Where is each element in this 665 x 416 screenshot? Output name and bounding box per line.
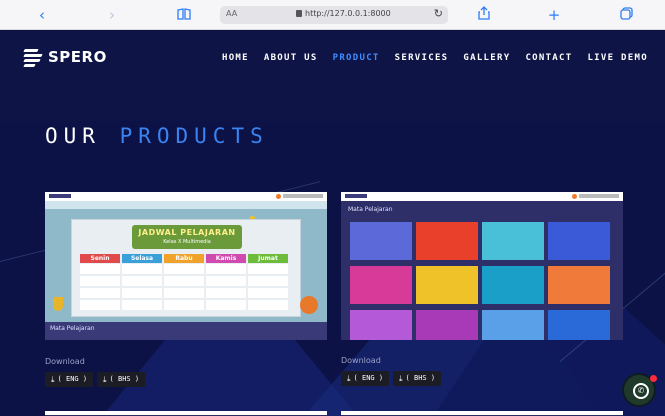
subjects-preview: Mata Pelajaran: [341, 201, 623, 340]
button-label: ( BHS ): [109, 375, 140, 383]
ball-icon: [300, 296, 318, 314]
button-label: ( BHS ): [405, 374, 436, 382]
nav-services[interactable]: SERVICES: [395, 53, 449, 63]
card-header-bar: [45, 192, 327, 201]
web-page: SPERO HOME ABOUT US PRODUCT SERVICES GAL…: [0, 31, 665, 416]
banner-subtitle: Kelas X Multimedia: [163, 239, 211, 245]
nav-live-demo[interactable]: LIVE DEMO: [587, 53, 647, 63]
subjects-label: Mata Pelajaran: [348, 206, 393, 213]
address-bar[interactable]: AA http://127.0.0.1:8000 ↻: [220, 6, 448, 24]
reload-icon[interactable]: ↻: [434, 7, 443, 20]
day-label: Senin: [80, 254, 120, 263]
chevron-left-icon[interactable]: ‹: [32, 5, 52, 25]
browser-toolbar: ‹ › AA http://127.0.0.1:8000 ↻ +: [0, 0, 665, 30]
day-label: Jumat: [248, 254, 288, 263]
section-title: OUR PRODUCTS: [45, 124, 269, 148]
download-eng-button[interactable]: ⤓( ENG ): [45, 372, 94, 387]
subject-thumbnail: [482, 266, 544, 304]
download-icon: ⤓: [399, 374, 403, 383]
subject-thumbnail: [482, 222, 544, 260]
nav-home[interactable]: HOME: [222, 53, 249, 63]
schedule-banner: JADWAL PELAJARAN Kelas X Multimedia: [132, 225, 242, 249]
trophy-icon: [53, 297, 63, 311]
schedule-board: JADWAL PELAJARAN Kelas X Multimedia Seni…: [71, 219, 301, 317]
product-card-next[interactable]: [45, 411, 327, 416]
download-label: Download: [45, 357, 85, 366]
section-title-white: OUR: [45, 124, 101, 148]
nav-product[interactable]: PRODUCT: [333, 53, 380, 63]
subject-thumbnail: [416, 310, 478, 340]
whatsapp-icon: ✆: [633, 383, 649, 399]
download-label: Download: [341, 356, 381, 365]
day-label: Kamis: [206, 254, 246, 263]
url-text[interactable]: http://127.0.0.1:8000: [305, 9, 391, 18]
lock-icon: [296, 10, 302, 17]
day-headers: Senin Selasa Rabu Kamis Jumat: [80, 254, 288, 263]
main-nav: HOME ABOUT US PRODUCT SERVICES GALLERY C…: [222, 53, 663, 63]
chevron-right-icon[interactable]: ›: [102, 5, 122, 25]
site-logo[interactable]: SPERO: [23, 47, 107, 67]
subject-thumbnail: [416, 222, 478, 260]
section-title-blue: PRODUCTS: [119, 124, 269, 148]
book-icon[interactable]: [174, 5, 194, 25]
download-bhs-button[interactable]: ⤓( BHS ): [97, 372, 146, 387]
product-card-subjects[interactable]: Mata Pelajaran: [341, 192, 623, 340]
card-footer: Mata Pelajaran: [45, 322, 327, 340]
download-icon: ⤓: [347, 374, 351, 383]
download-icon: ⤓: [51, 375, 55, 384]
download-icon: ⤓: [103, 375, 107, 384]
reader-aa-button[interactable]: AA: [226, 9, 237, 18]
subject-thumbnail: [416, 266, 478, 304]
nav-gallery[interactable]: GALLERY: [463, 53, 510, 63]
banner-title: JADWAL PELAJARAN: [138, 228, 236, 237]
logo-text: SPERO: [48, 48, 107, 66]
product-card-next[interactable]: [341, 411, 623, 416]
subject-thumbnail: [350, 266, 412, 304]
subject-thumbnail: [548, 222, 610, 260]
day-label: Rabu: [164, 254, 204, 263]
plus-icon[interactable]: +: [544, 5, 564, 25]
notification-badge: [650, 375, 657, 382]
day-label: Selasa: [122, 254, 162, 263]
logo-icon: [23, 47, 44, 67]
card-header-bar: [341, 192, 623, 201]
subject-thumbnail: [548, 310, 610, 340]
nav-contact[interactable]: CONTACT: [525, 53, 572, 63]
product-card-schedule[interactable]: JADWAL PELAJARAN Kelas X Multimedia Seni…: [45, 192, 327, 340]
subject-thumbnail: [482, 310, 544, 340]
schedule-preview: JADWAL PELAJARAN Kelas X Multimedia Seni…: [45, 201, 327, 322]
subject-thumbnail: [548, 266, 610, 304]
header-area: [0, 31, 665, 121]
download-bhs-button[interactable]: ⤓( BHS ): [393, 371, 442, 386]
subject-thumbnail: [350, 310, 412, 340]
download-eng-button[interactable]: ⤓( ENG ): [341, 371, 390, 386]
schedule-grid: [80, 264, 288, 312]
button-label: ( ENG ): [353, 374, 384, 382]
share-icon[interactable]: [474, 5, 494, 25]
subject-thumbnail: [350, 222, 412, 260]
tabs-icon[interactable]: [616, 5, 636, 25]
footer-label: Mata Pelajaran: [50, 325, 95, 332]
nav-about-us[interactable]: ABOUT US: [264, 53, 318, 63]
button-label: ( ENG ): [57, 375, 88, 383]
